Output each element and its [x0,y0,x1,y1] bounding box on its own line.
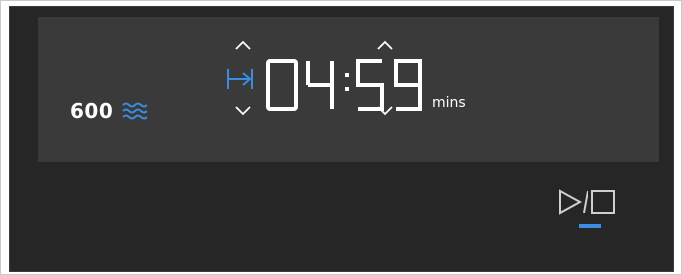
chevron-down-icon[interactable] [234,105,252,117]
digit-0 [266,59,298,111]
end-time-icon[interactable] [226,67,254,95]
chevron-up-icon[interactable] [376,39,394,51]
chevron-up-icon[interactable] [234,39,252,51]
stop-icon [591,190,615,214]
time-digits: mins [266,55,466,111]
display-screen: 600 mins [38,17,659,162]
digit-4 [304,59,336,111]
play-icon [559,189,588,215]
microwave-wave-icon [121,100,148,122]
play-stop-button[interactable] [558,189,616,215]
power-setting[interactable]: 600 [70,99,148,123]
time-colon [344,55,350,111]
active-indicator [579,224,601,228]
timer-display: mins [226,37,546,127]
digit-5 [354,59,386,111]
frame: 600 mins [0,0,682,275]
time-units: mins [432,95,466,111]
digit-9 [392,59,424,111]
power-value: 600 [70,99,114,123]
microwave-control-panel: 600 mins [9,6,674,272]
